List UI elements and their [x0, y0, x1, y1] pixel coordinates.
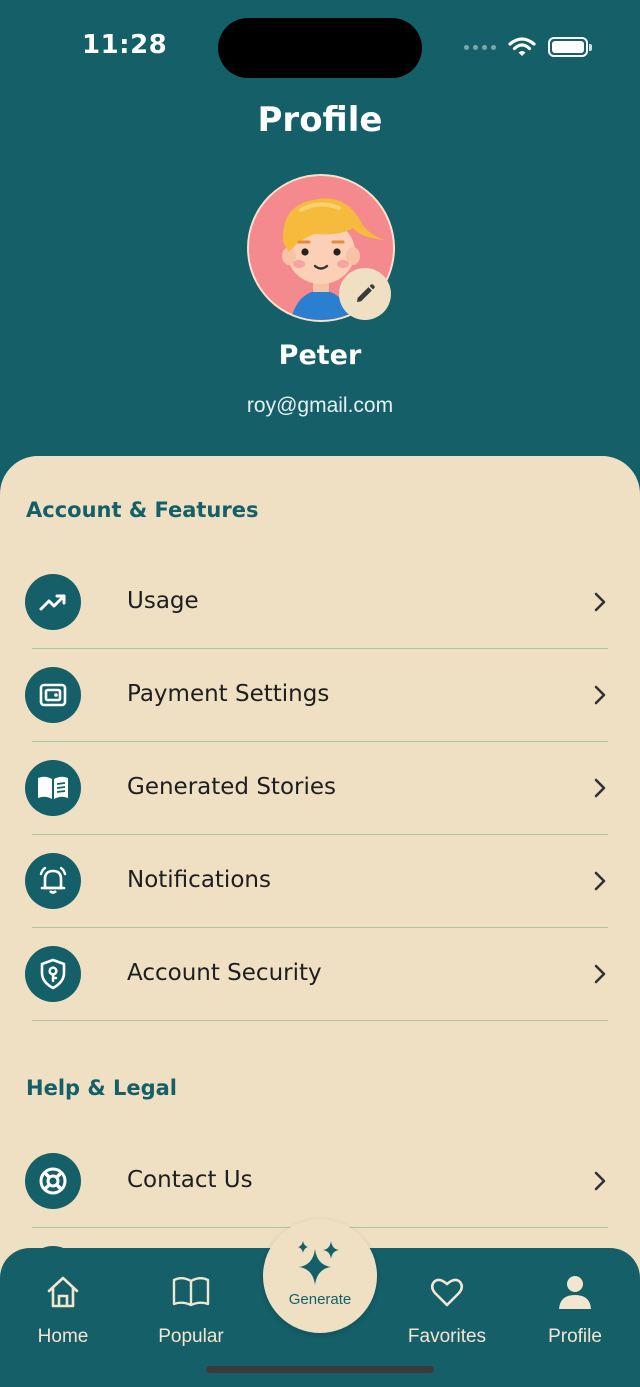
book-icon — [136, 1272, 246, 1312]
bell-icon — [25, 853, 81, 909]
wallet-icon — [25, 667, 81, 723]
status-time: 11:28 — [82, 30, 168, 60]
edit-avatar-button[interactable] — [339, 268, 391, 320]
page-title: Profile — [257, 100, 383, 140]
lifebuoy-icon — [25, 1153, 81, 1209]
status-bar: 11:28 — [0, 0, 640, 100]
tab-label: Favorites — [407, 1326, 487, 1347]
pencil-icon — [357, 284, 375, 302]
tab-favorites[interactable]: Favorites — [392, 1272, 502, 1348]
chevron-right-icon — [594, 964, 606, 984]
tab-popular[interactable]: Popular — [136, 1272, 246, 1348]
user-icon — [520, 1272, 630, 1312]
chevron-right-icon — [594, 1171, 606, 1191]
user-name: Peter — [278, 340, 362, 371]
section-title-help: Help & Legal — [26, 1076, 178, 1100]
wifi-icon — [508, 37, 536, 56]
menu-item-usage[interactable]: Usage — [0, 556, 640, 649]
trending-up-icon — [25, 574, 81, 630]
cellular-signal-icon — [464, 44, 496, 50]
tab-label: Home — [37, 1326, 89, 1347]
status-icons — [464, 36, 592, 58]
menu-item-payment-settings[interactable]: Payment Settings — [0, 649, 640, 742]
menu-item-label: Payment Settings — [127, 681, 330, 707]
chevron-right-icon — [594, 592, 606, 612]
battery-icon — [548, 37, 592, 57]
menu-item-label: Account Security — [127, 960, 322, 986]
menu-item-label: Notifications — [127, 867, 271, 893]
menu-item-label: Generated Stories — [127, 774, 336, 800]
generate-label: Generate — [288, 1291, 352, 1308]
tab-label: Popular — [158, 1326, 224, 1347]
menu-item-label: Usage — [127, 588, 199, 614]
user-email: roy@gmail.com — [246, 394, 394, 417]
menu-item-account-security[interactable]: Account Security — [0, 928, 640, 1021]
menu-item-contact-us[interactable]: Contact Us — [0, 1135, 640, 1228]
home-indicator — [206, 1366, 434, 1373]
tab-label: Profile — [548, 1326, 602, 1347]
divider — [32, 1019, 608, 1021]
menu-item-label: Contact Us — [127, 1167, 253, 1193]
generate-button[interactable]: Generate — [263, 1219, 377, 1333]
chevron-right-icon — [594, 871, 606, 891]
sparkles-icon — [298, 1241, 339, 1285]
home-icon — [8, 1272, 118, 1312]
chevron-right-icon — [594, 778, 606, 798]
avatar-container — [247, 174, 395, 322]
book-open-icon — [25, 760, 81, 816]
dynamic-island — [218, 18, 422, 78]
tab-home[interactable]: Home — [8, 1272, 118, 1348]
heart-icon — [392, 1272, 502, 1312]
shield-key-icon — [25, 946, 81, 1002]
tab-profile[interactable]: Profile — [520, 1272, 630, 1348]
menu-item-generated-stories[interactable]: Generated Stories — [0, 742, 640, 835]
chevron-right-icon — [594, 685, 606, 705]
menu-item-notifications[interactable]: Notifications — [0, 835, 640, 928]
section-title-account: Account & Features — [26, 498, 259, 522]
